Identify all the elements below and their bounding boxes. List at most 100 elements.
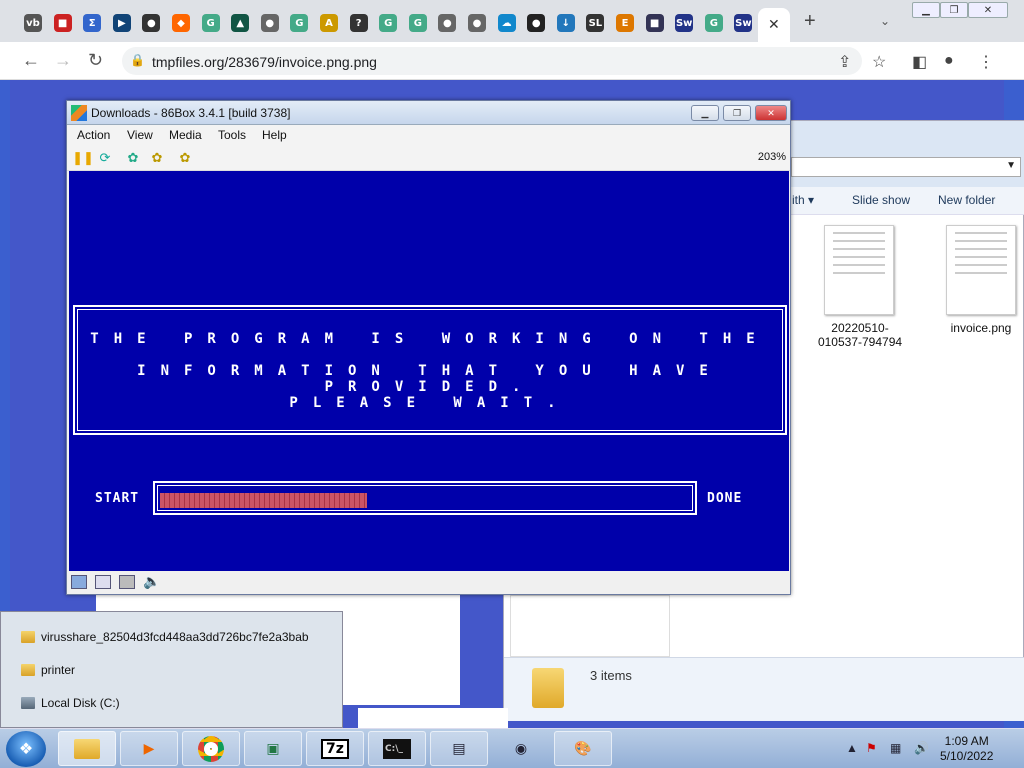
tab-favicon[interactable]: ☁ [497,14,516,32]
sound-icon[interactable]: 🔈 [143,573,160,590]
tab-favicon[interactable]: E [616,14,634,32]
tab-favicon[interactable]: ● [468,14,486,32]
tab-favicon[interactable]: ● [438,14,457,32]
emulator-screen[interactable]: THE PROGRAM IS WORKING ON THE INFORMATIO… [69,171,789,571]
emulator-maximize-button[interactable]: ❐ [723,105,751,121]
file-thumbnail-1[interactable] [824,225,894,315]
window-icon: ▤ [452,740,466,757]
emulator-minimize-button[interactable]: ▁ [691,105,719,121]
cdrom-icon[interactable] [95,575,111,589]
tab-favicon[interactable]: ? [349,14,368,32]
taskbar-paint-button[interactable]: 🎨 [554,731,612,766]
86box-icon: ▣ [266,740,280,757]
maximize-button[interactable]: ❐ [940,2,968,18]
taskbar-media-player-button[interactable]: ▶ [120,731,178,766]
folder-icon [21,631,35,643]
tab-favicon[interactable]: ◆ [172,14,190,32]
taskbar-cmd-button[interactable]: C:\_ [368,731,426,766]
jumplist-item-printer[interactable]: printer [21,660,75,680]
tab-favicon[interactable]: ↓ [556,14,575,32]
emulator-toolbar: ❚❚ ⟳ ✿ ✿ ✿ 203% [67,145,790,171]
ctrl-alt-del-icon[interactable]: ✿ [125,150,141,166]
share-icon[interactable]: ⇪ [838,52,851,72]
tab-favicon[interactable]: ▶ [112,14,131,32]
menu-kebab-icon[interactable]: ⋮ [978,52,994,72]
tab-favicon[interactable]: ● [527,14,546,32]
bookmark-star-icon[interactable]: ☆ [872,52,886,72]
taskbar-dvd-button[interactable]: ◉ [492,731,550,766]
settings-icon[interactable]: ✿ [177,150,193,166]
dos-progress-fill [160,493,367,508]
volume-icon[interactable]: 🔊 [914,741,929,755]
tab-favicon[interactable]: G [290,14,309,32]
tab-search-button[interactable]: ⌄ [880,14,890,28]
file-name-2[interactable]: invoice.png [940,321,1022,335]
tab-favicon[interactable]: ● [142,14,161,32]
slideshow-button[interactable]: Slide show [852,193,910,207]
open-with-button[interactable]: ith ▾ [792,193,814,207]
clock-time: 1:09 AM [944,734,989,748]
tab-favicon[interactable]: G [201,14,220,32]
tab-favicon[interactable]: Sw [675,14,694,32]
tray-expand-icon[interactable]: ▲ [846,741,858,755]
explorer-search-combo[interactable]: ▼ [791,157,1021,177]
menu-media[interactable]: Media [169,128,202,142]
tab-close-icon[interactable]: ✕ [768,16,780,33]
chrome-icon [198,735,224,762]
close-button[interactable]: ✕ [968,2,1008,18]
tab-favicon[interactable]: G [408,14,427,32]
side-panel-icon[interactable]: ◧ [912,52,927,72]
tab-favicon[interactable]: G [704,14,723,32]
tab-favicon[interactable]: G [379,14,398,32]
file-thumbnail-2[interactable] [946,225,1016,315]
taskbar-explorer-button[interactable] [58,731,116,766]
harddisk-icon[interactable] [119,575,135,589]
ctrl-alt-esc-icon[interactable]: ✿ [149,150,165,166]
start-button[interactable]: ❖ [6,731,46,767]
reset-icon[interactable]: ⟳ [97,150,113,166]
taskbar-7zip-button[interactable]: 7z [306,731,364,766]
new-tab-button[interactable]: + [804,10,816,33]
new-folder-button[interactable]: New folder [938,193,995,207]
minimize-button[interactable]: ▁ [912,2,940,18]
jumplist-label: virusshare_82504d3fcd448aa3dd726bc7fe2a3… [41,630,309,644]
chevron-down-icon[interactable]: ▼ [1006,160,1016,171]
taskbar-86box-button[interactable]: ▣ [244,731,302,766]
tab-active[interactable]: ✕ [758,8,790,42]
address-url: tmpfiles.org/283679/invoice.png.png [152,54,377,70]
emulator-titlebar[interactable]: Downloads - 86Box 3.4.1 [build 3738] ▁ ❐… [67,101,790,125]
tab-favicon[interactable]: A [320,14,338,32]
menu-tools[interactable]: Tools [218,128,246,142]
floppy-icon[interactable] [71,575,87,589]
system-clock[interactable]: 1:09 AM 5/10/2022 [940,734,993,764]
tab-favicon[interactable]: ■ [53,14,72,32]
emulator-close-button[interactable]: ✕ [755,105,787,121]
reload-icon[interactable]: ↻ [88,50,103,71]
tab-favicon[interactable]: Σ [83,14,102,32]
menu-help[interactable]: Help [262,128,287,142]
tab-favicon[interactable]: SL [586,14,605,32]
progress-done-label: DONE [707,491,743,506]
paint-icon: 🎨 [574,740,592,757]
dos-message-line-3: PLEASE WAIT. [289,395,571,411]
jumplist-item-virusshare[interactable]: virusshare_82504d3fcd448aa3dd726bc7fe2a3… [21,627,309,647]
86box-app-icon [71,105,87,121]
menu-view[interactable]: View [127,128,153,142]
pause-icon[interactable]: ❚❚ [72,150,94,166]
file-name-1[interactable]: 20220510-010537-794794 [812,321,908,349]
tab-favicon[interactable]: Sw [734,14,753,32]
tab-favicon[interactable]: ▲ [231,14,250,32]
taskbar-chrome-button[interactable] [182,731,240,766]
action-center-icon[interactable]: ⚑ [866,741,877,755]
back-icon[interactable]: ← [22,50,40,71]
jumplist-item-local-disk[interactable]: Local Disk (C:) [21,693,120,713]
tab-favicon[interactable]: vb [24,14,42,32]
address-bar[interactable]: 🔒 tmpfiles.org/283679/invoice.png.png [122,47,862,75]
network-icon[interactable]: ▦ [890,741,901,755]
menu-action[interactable]: Action [77,128,110,142]
forward-icon[interactable]: → [54,50,72,71]
tab-favicon[interactable]: ● [260,14,279,32]
profile-icon[interactable]: ● [944,52,954,70]
tab-favicon[interactable]: ■ [645,14,664,32]
taskbar-window-button[interactable]: ▤ [430,731,488,766]
